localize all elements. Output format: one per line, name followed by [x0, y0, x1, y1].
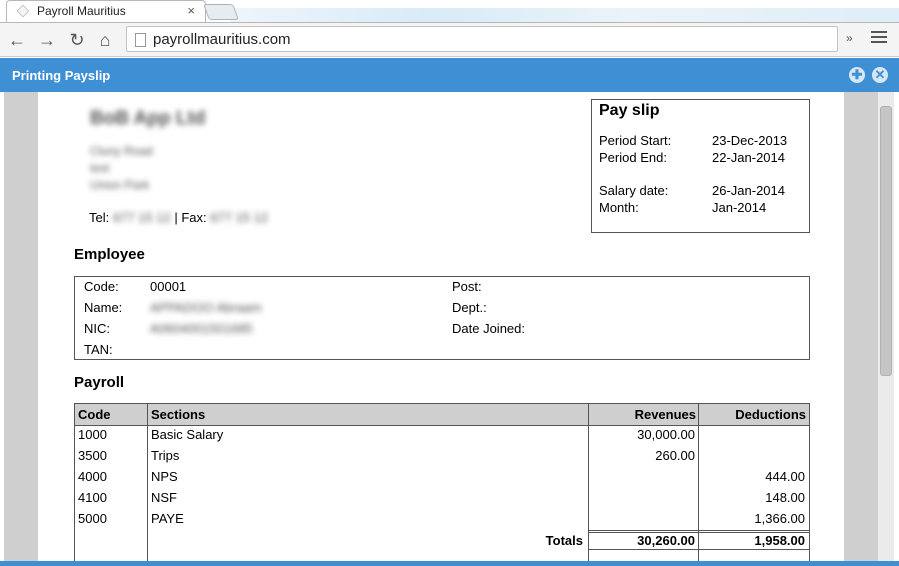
- payslip-page: BoB App Ltd Cluny Road test Union Park T…: [38, 92, 844, 566]
- employee-box: Code: 00001 Post: Name: APPADOO Abraam Dep…: [74, 276, 810, 360]
- address-line-1: Cluny Road: [90, 144, 153, 158]
- row-code: 4000: [78, 469, 107, 484]
- company-name: BoB App Ltd: [90, 108, 206, 129]
- payslip-info-box: Pay slip Period Start: 23-Dec-2013 Period…: [591, 99, 810, 233]
- contact-line: Tel: 677 15 12 | Fax: 677 15 12: [89, 210, 268, 225]
- dialog-header: Printing Payslip ✚ ✕: [0, 58, 899, 92]
- tab-bar: Payroll Mauritius ×: [0, 0, 899, 22]
- new-tab-button[interactable]: [203, 4, 239, 20]
- row-deduction: 444.00: [765, 469, 805, 484]
- row-revenue: 260.00: [655, 448, 695, 463]
- url-text[interactable]: payrollmauritius.com: [153, 31, 291, 48]
- page-icon: [16, 4, 30, 18]
- payroll-heading: Payroll: [74, 374, 125, 391]
- page-icon: [135, 33, 146, 47]
- tel-value: 677 15 12: [112, 210, 171, 225]
- dialog-bottom-border: [0, 561, 899, 566]
- address-line-3: Union Park: [90, 178, 150, 192]
- vertical-scrollbar[interactable]: [878, 92, 894, 566]
- total-deduction: 1,958.00: [754, 533, 805, 548]
- row-section: NPS: [151, 469, 178, 484]
- col-header-code: Code: [75, 404, 148, 426]
- menu-icon[interactable]: [871, 31, 887, 46]
- back-arrow-icon[interactable]: ←: [6, 29, 28, 51]
- browser-toolbar: ← → ↻ ⌂ payrollmauritius.com »: [0, 22, 899, 57]
- totals-label: Totals: [545, 533, 583, 548]
- row-deduction: 1,366.00: [754, 511, 805, 526]
- tab-close-icon[interactable]: ×: [187, 3, 195, 18]
- row-code: 4100: [78, 490, 107, 505]
- col-header-revenues: Revenues: [589, 404, 699, 426]
- fax-value: 677 15 12: [210, 210, 269, 225]
- row-deduction: 148.00: [765, 490, 805, 505]
- col-header-deductions: Deductions: [699, 404, 809, 426]
- employee-heading: Employee: [74, 246, 145, 263]
- row-section: Trips: [151, 448, 180, 463]
- row-revenue: 30,000.00: [637, 427, 695, 442]
- move-icon[interactable]: ✚: [849, 67, 865, 83]
- col-header-sections: Sections: [148, 404, 589, 426]
- browser-tab[interactable]: Payroll Mauritius ×: [6, 0, 206, 22]
- home-icon[interactable]: ⌂: [94, 29, 116, 51]
- close-icon[interactable]: ✕: [872, 67, 888, 83]
- address-line-2: test: [90, 161, 110, 175]
- total-revenue: 30,260.00: [637, 533, 695, 548]
- reload-icon[interactable]: ↻: [66, 29, 88, 51]
- row-code: 3500: [78, 448, 107, 463]
- row-section: Basic Salary: [151, 427, 224, 442]
- address-bar[interactable]: payrollmauritius.com: [126, 26, 838, 52]
- fax-label: | Fax:: [174, 210, 207, 225]
- payslip-title: Pay slip: [599, 102, 660, 119]
- row-section: PAYE: [151, 511, 184, 526]
- row-code: 1000: [78, 427, 107, 442]
- dialog-title: Printing Payslip: [12, 68, 111, 83]
- row-section: NSF: [151, 490, 177, 505]
- payroll-table: Code Sections Revenues Deductions 1000 Ba…: [74, 403, 810, 566]
- tel-label: Tel:: [89, 210, 110, 225]
- row-code: 5000: [78, 511, 107, 526]
- print-preview: BoB App Ltd Cluny Road test Union Park T…: [4, 92, 894, 566]
- tab-strip-background: [230, 8, 899, 22]
- extensions-overflow-button[interactable]: »: [846, 31, 853, 45]
- scrollbar-thumb[interactable]: [880, 106, 892, 376]
- tab-title: Payroll Mauritius: [37, 4, 126, 18]
- forward-arrow-icon[interactable]: →: [36, 29, 58, 51]
